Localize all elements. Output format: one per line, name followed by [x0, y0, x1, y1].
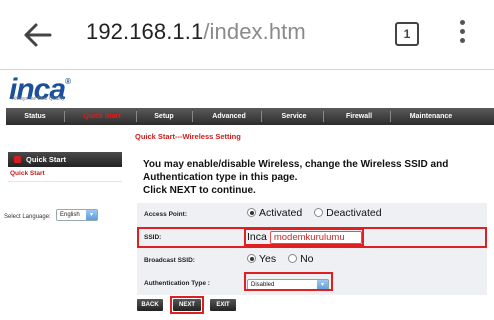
- radio-broadcast-no[interactable]: [288, 254, 298, 263]
- back-button[interactable]: BACK: [137, 299, 163, 311]
- page-title: Quick Start---Wireless Setting: [135, 132, 241, 141]
- bullet-icon: [14, 156, 21, 163]
- url-host: 192.168.1.1: [86, 19, 204, 44]
- tab-switcher-button[interactable]: 1: [395, 22, 419, 46]
- nav-quick-start[interactable]: Quick Start: [74, 108, 130, 125]
- intro-text: You may enable/disable Wireless, change …: [143, 159, 449, 196]
- browser-toolbar: 192.168.1.1/index.htm 1: [0, 0, 494, 70]
- nav-setup[interactable]: Setup: [144, 108, 184, 125]
- address-bar[interactable]: 192.168.1.1/index.htm: [86, 19, 306, 45]
- sidebar-item-quick-start[interactable]: Quick Start: [10, 170, 45, 177]
- auth-type-label: Authentication Type :: [144, 280, 210, 287]
- router-admin-page: inca® Always the Best Quality Status Qui…: [0, 70, 494, 320]
- nav-advanced[interactable]: Advanced: [204, 108, 254, 125]
- overflow-menu-icon[interactable]: [458, 20, 466, 50]
- nav-status[interactable]: Status: [16, 108, 54, 125]
- broadcast-ssid-row: Broadcast SSID: Yes No: [137, 249, 487, 272]
- back-arrow-icon[interactable]: [20, 18, 54, 52]
- language-label: Select Language:: [4, 214, 51, 220]
- access-point-label: Access Point:: [144, 211, 187, 218]
- radio-activated[interactable]: [247, 208, 256, 217]
- language-select[interactable]: English ▾: [56, 209, 98, 221]
- nav-firewall[interactable]: Firewall: [336, 108, 382, 125]
- broadcast-ssid-label: Broadcast SSID:: [144, 257, 195, 264]
- ssid-input-highlight: [244, 228, 364, 246]
- exit-button[interactable]: EXIT: [210, 299, 236, 311]
- chevron-down-icon: ▾: [86, 210, 97, 220]
- url-path: /index.htm: [203, 19, 306, 44]
- next-button-highlight: [170, 296, 204, 314]
- sidebar-divider: [8, 181, 122, 182]
- logo-tagline: Always the Best Quality: [12, 96, 65, 102]
- sidebar-section-quick-start[interactable]: Quick Start: [8, 152, 122, 167]
- access-point-row: Access Point: Activated Deactivated: [137, 203, 487, 226]
- radio-broadcast-yes[interactable]: [247, 254, 256, 263]
- main-nav: Status Quick Start Setup Advanced Servic…: [6, 108, 494, 125]
- radio-deactivated[interactable]: [314, 208, 324, 217]
- nav-maintenance[interactable]: Maintenance: [400, 108, 462, 125]
- nav-service[interactable]: Service: [272, 108, 316, 125]
- auth-type-highlight: [244, 272, 333, 291]
- logo-area: inca® Always the Best Quality: [0, 70, 494, 106]
